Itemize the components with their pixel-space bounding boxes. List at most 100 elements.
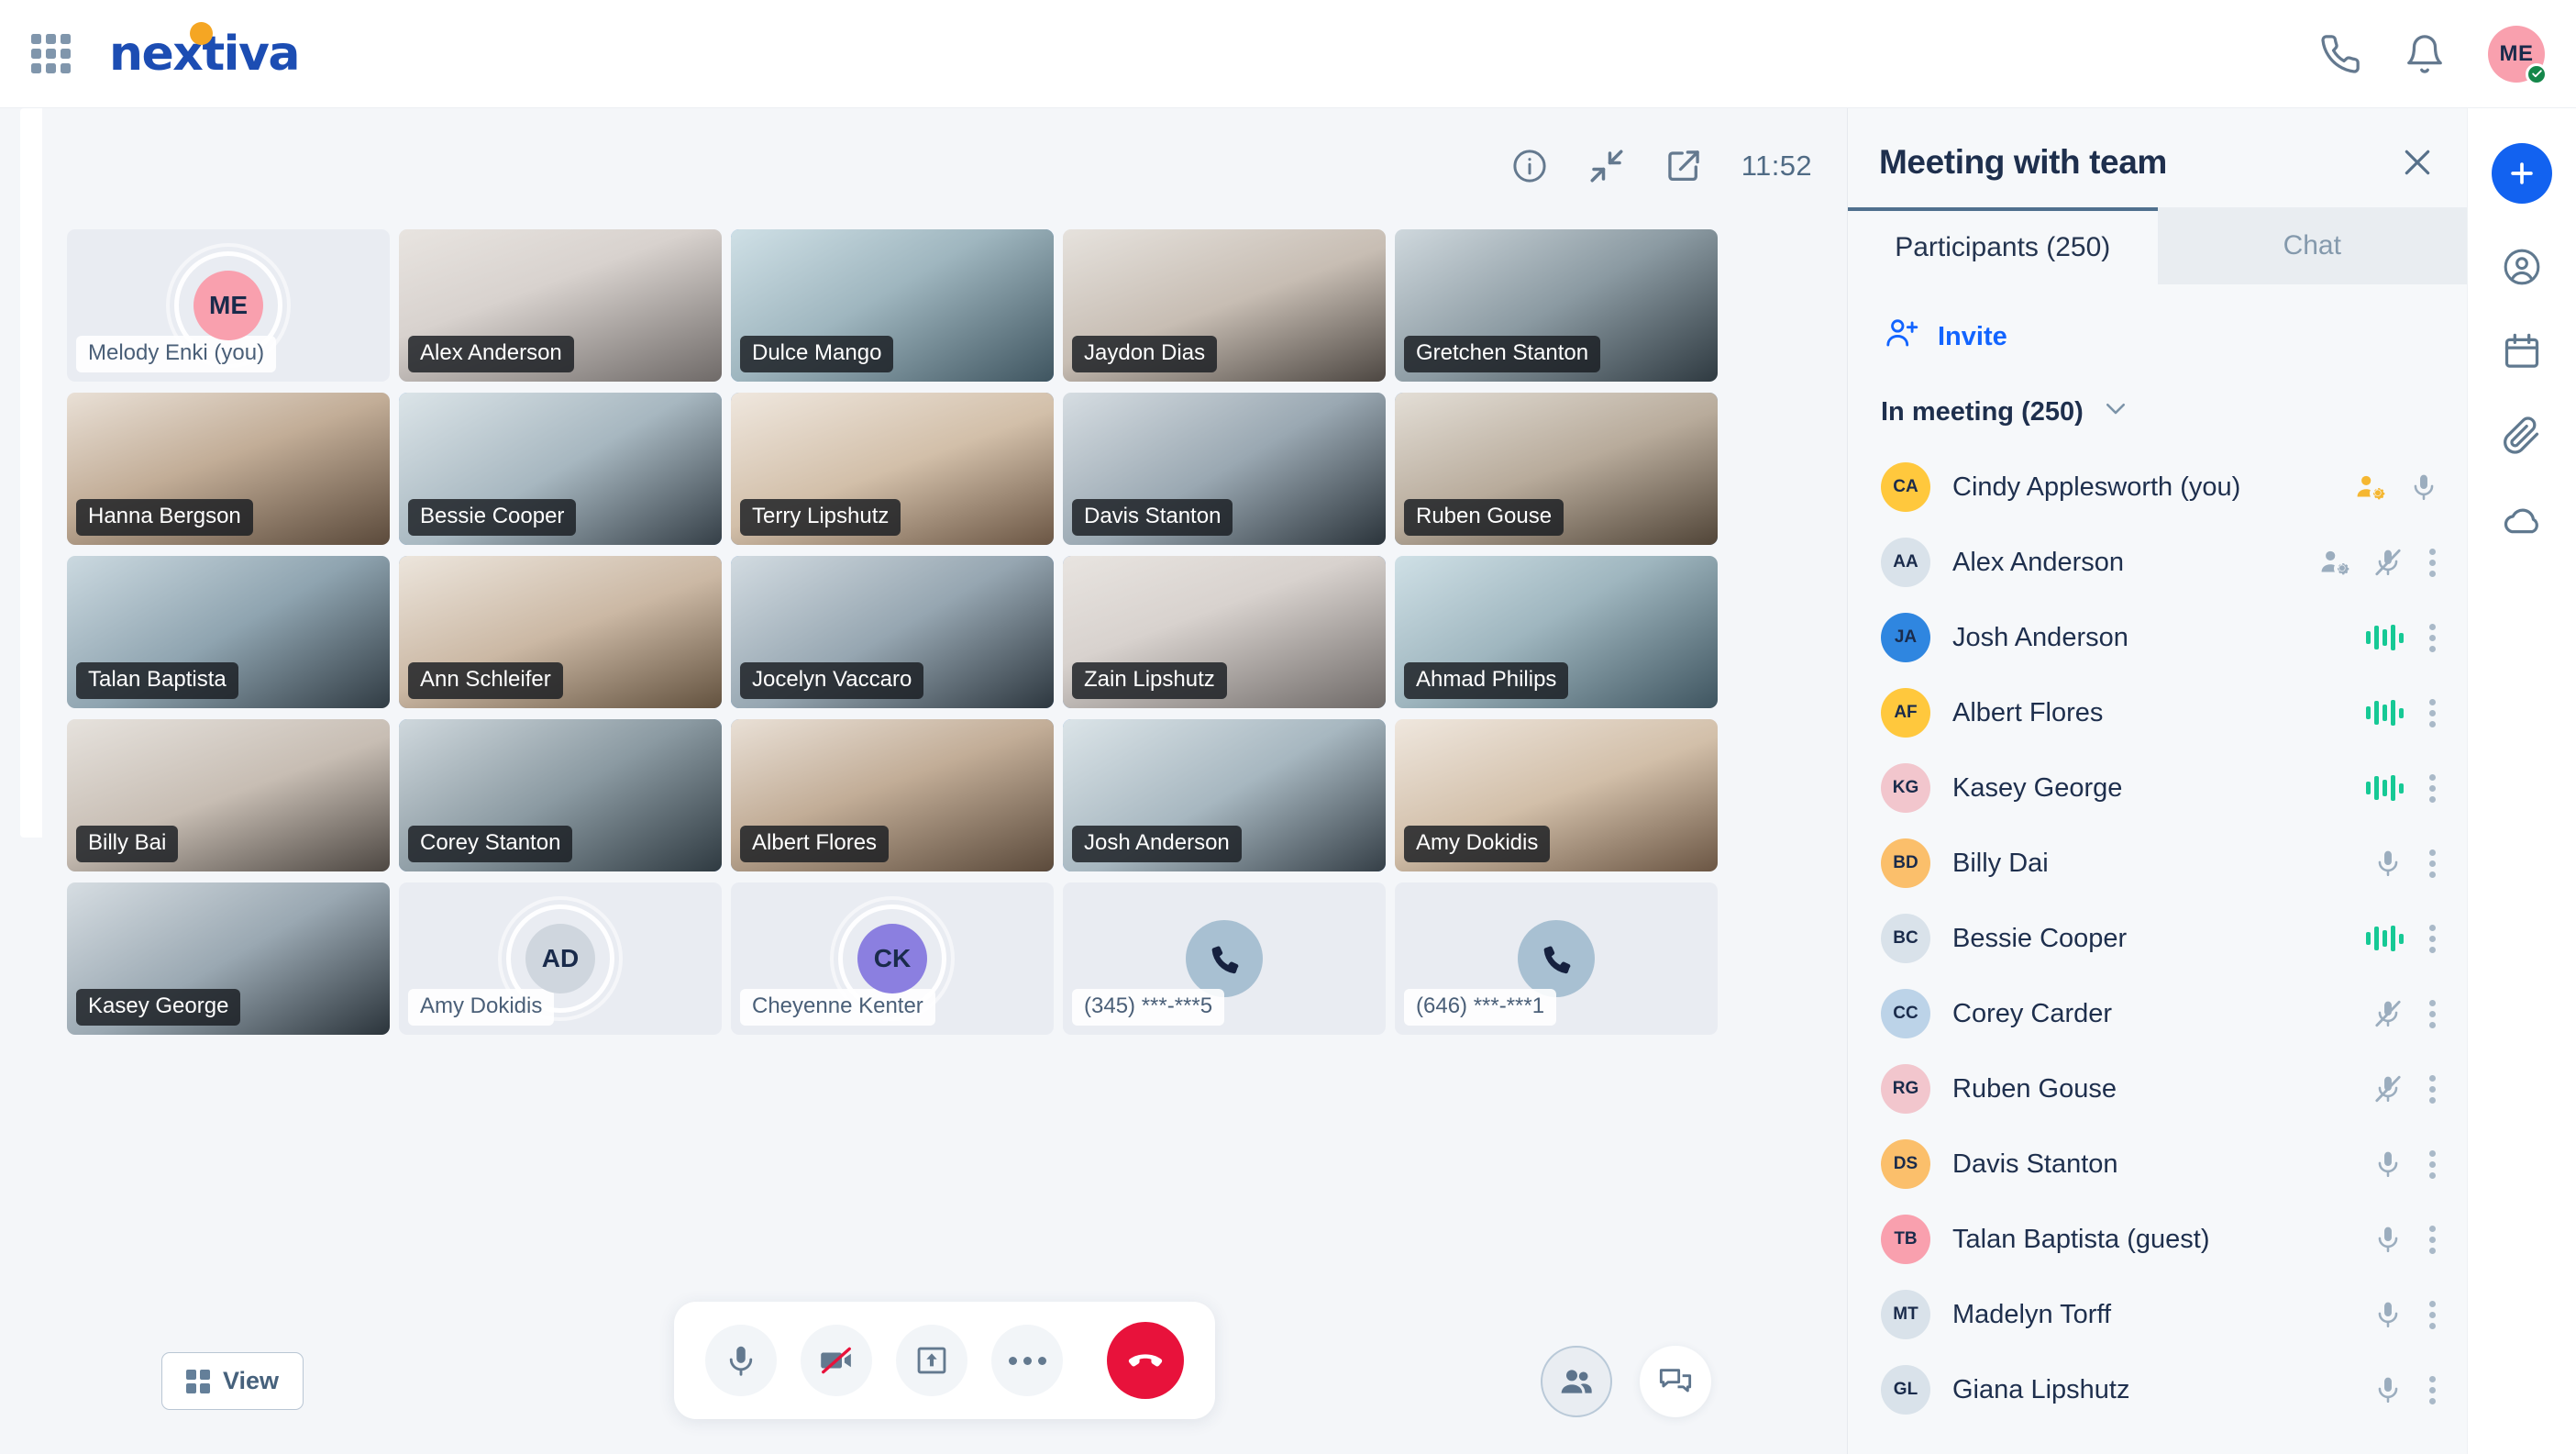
row-menu-icon[interactable] xyxy=(2426,846,2439,882)
row-menu-icon[interactable] xyxy=(2426,921,2439,957)
video-tile[interactable]: ME Melody Enki (you) xyxy=(67,229,390,382)
plus-icon[interactable] xyxy=(2492,143,2552,204)
video-tile[interactable]: Ruben Gouse xyxy=(1395,393,1718,545)
video-tile[interactable]: Albert Flores xyxy=(731,719,1054,871)
participants-icon[interactable] xyxy=(1541,1346,1612,1417)
row-menu-icon[interactable] xyxy=(2426,1222,2439,1258)
video-tile[interactable]: Talan Baptista xyxy=(67,556,390,708)
phone-icon[interactable] xyxy=(2319,33,2361,75)
participant-name: Bessie Cooper xyxy=(1952,923,2128,953)
participant-row[interactable]: JA Josh Anderson xyxy=(1848,600,2467,675)
tab-participants[interactable]: Participants (250) xyxy=(1848,207,2158,284)
microphone-muted-icon[interactable] xyxy=(2372,998,2404,1029)
attachment-icon[interactable] xyxy=(2501,415,2543,457)
tile-name-label: Terry Lipshutz xyxy=(740,499,901,536)
end-call-icon[interactable] xyxy=(1107,1322,1184,1399)
row-menu-icon[interactable] xyxy=(2426,1297,2439,1333)
participant-row[interactable]: TB Talan Baptista (guest) xyxy=(1848,1202,2467,1277)
participant-row[interactable]: DS Davis Stanton xyxy=(1848,1127,2467,1202)
video-tile[interactable]: Gretchen Stanton xyxy=(1395,229,1718,382)
video-tile[interactable]: Zain Lipshutz xyxy=(1063,556,1386,708)
pop-out-icon[interactable] xyxy=(1664,147,1703,185)
video-tile[interactable]: Ahmad Philips xyxy=(1395,556,1718,708)
participant-name: Corey Carder xyxy=(1952,998,2113,1028)
participant-row[interactable]: BD Billy Dai xyxy=(1848,826,2467,901)
cloud-icon[interactable] xyxy=(2501,499,2543,541)
microphone-icon[interactable] xyxy=(2372,848,2404,879)
tile-name-label: (646) ***-***1 xyxy=(1404,989,1557,1026)
nextiva-logo[interactable]: nextiva xyxy=(109,21,301,78)
video-tile[interactable]: Corey Stanton xyxy=(399,719,722,871)
info-circle-icon[interactable] xyxy=(1510,147,1549,185)
in-meeting-section-toggle[interactable]: In meeting (250) xyxy=(1848,358,2467,450)
video-tile[interactable]: Billy Bai xyxy=(67,719,390,871)
participant-row[interactable]: CA Cindy Applesworth (you) xyxy=(1848,450,2467,525)
row-menu-icon[interactable] xyxy=(2426,771,2439,806)
tab-chat[interactable]: Chat xyxy=(2157,207,2467,284)
row-menu-icon[interactable] xyxy=(2426,545,2439,581)
participant-row[interactable]: KG Kasey George xyxy=(1848,750,2467,826)
camera-off-icon[interactable] xyxy=(801,1325,872,1396)
video-tile[interactable]: CK Cheyenne Kenter xyxy=(731,882,1054,1035)
participant-row[interactable]: AF Albert Flores xyxy=(1848,675,2467,750)
video-tile[interactable]: Hanna Bergson xyxy=(67,393,390,545)
microphone-icon[interactable] xyxy=(2372,1149,2404,1180)
collapse-arrows-icon[interactable] xyxy=(1587,147,1626,185)
close-icon[interactable] xyxy=(2399,144,2436,181)
calendar-icon[interactable] xyxy=(2501,330,2543,372)
bell-icon[interactable] xyxy=(2404,33,2446,75)
video-tile[interactable]: AD Amy Dokidis xyxy=(399,882,722,1035)
video-tile[interactable]: Kasey George xyxy=(67,882,390,1035)
microphone-muted-icon[interactable] xyxy=(2372,547,2404,578)
row-menu-icon[interactable] xyxy=(2426,695,2439,731)
participant-row[interactable]: AA Alex Anderson xyxy=(1848,525,2467,600)
invite-button[interactable]: Invite xyxy=(1848,284,2467,358)
apps-grid-icon[interactable] xyxy=(31,34,71,73)
row-menu-icon[interactable] xyxy=(2426,1372,2439,1408)
participant-row[interactable]: RG Ruben Gouse xyxy=(1848,1051,2467,1127)
video-tile[interactable]: Dulce Mango xyxy=(731,229,1054,382)
video-tile[interactable]: Jaydon Dias xyxy=(1063,229,1386,382)
microphone-icon[interactable] xyxy=(2372,1299,2404,1330)
grid-view-icon xyxy=(186,1369,210,1393)
microphone-muted-icon[interactable] xyxy=(2372,1073,2404,1104)
participant-name: Cindy Applesworth (you) xyxy=(1952,472,2241,502)
video-tile[interactable]: Jocelyn Vaccaro xyxy=(731,556,1054,708)
microphone-icon[interactable] xyxy=(2372,1374,2404,1405)
participant-row[interactable]: CC Corey Carder xyxy=(1848,976,2467,1051)
row-menu-icon[interactable] xyxy=(2426,996,2439,1032)
user-avatar[interactable]: ME xyxy=(2488,25,2548,85)
host-badge-icon xyxy=(2355,472,2386,503)
share-screen-icon[interactable] xyxy=(896,1325,967,1396)
tile-name-label: Amy Dokidis xyxy=(1404,826,1551,862)
video-tile[interactable]: Bessie Cooper xyxy=(399,393,722,545)
microphone-icon[interactable] xyxy=(2372,1224,2404,1255)
meeting-controls-bar xyxy=(674,1302,1215,1419)
row-menu-icon[interactable] xyxy=(2426,1147,2439,1182)
participant-list[interactable]: CA Cindy Applesworth (you) AA Alex Anderson… xyxy=(1848,450,2467,1454)
chat-icon[interactable] xyxy=(1640,1346,1711,1417)
video-tile[interactable]: Josh Anderson xyxy=(1063,719,1386,871)
view-button-label: View xyxy=(223,1367,280,1394)
video-tile[interactable]: (345) ***-***5 xyxy=(1063,882,1386,1035)
video-tile[interactable]: Alex Anderson xyxy=(399,229,722,382)
video-tile[interactable]: Ann Schleifer xyxy=(399,556,722,708)
participant-row[interactable]: MT Madelyn Torff xyxy=(1848,1277,2467,1352)
view-button[interactable]: View xyxy=(161,1352,304,1410)
logo-dot-icon xyxy=(190,21,213,45)
meeting-app: nextiva ME 11:52 ME Melody Enki (you) Al… xyxy=(0,0,2576,1454)
participant-row-icons xyxy=(2372,1222,2439,1258)
participant-row[interactable]: BC Bessie Cooper xyxy=(1848,901,2467,976)
microphone-icon[interactable] xyxy=(705,1325,777,1396)
avatar: BD xyxy=(1881,838,1930,888)
video-tile[interactable]: Amy Dokidis xyxy=(1395,719,1718,871)
video-tile[interactable]: Davis Stanton xyxy=(1063,393,1386,545)
row-menu-icon[interactable] xyxy=(2426,1071,2439,1107)
video-tile[interactable]: (646) ***-***1 xyxy=(1395,882,1718,1035)
row-menu-icon[interactable] xyxy=(2426,620,2439,656)
participant-row[interactable]: GL Giana Lipshutz xyxy=(1848,1352,2467,1427)
video-tile[interactable]: Terry Lipshutz xyxy=(731,393,1054,545)
microphone-icon[interactable] xyxy=(2408,472,2439,503)
contacts-icon[interactable] xyxy=(2501,246,2543,288)
more-options-icon[interactable] xyxy=(991,1325,1063,1396)
